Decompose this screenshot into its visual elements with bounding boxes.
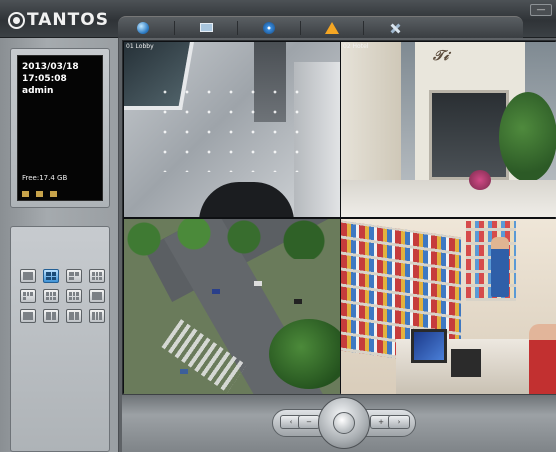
display-button[interactable] bbox=[195, 20, 217, 36]
layout-fullscreen-button[interactable] bbox=[89, 289, 105, 303]
layout-2x2-button[interactable] bbox=[43, 269, 59, 283]
status-date: 2013/03/18 bbox=[22, 62, 79, 72]
main-toolbar bbox=[118, 16, 523, 38]
status-time: 17:05:08 bbox=[22, 74, 67, 84]
scene-door bbox=[429, 90, 509, 180]
scene-register bbox=[451, 349, 481, 377]
tools-icon bbox=[389, 22, 401, 34]
ptz-control-bar: ‹ − + › bbox=[122, 394, 556, 452]
monitor-icon bbox=[199, 23, 213, 32]
disc-icon bbox=[263, 21, 275, 34]
layout-3x3-button[interactable] bbox=[89, 269, 105, 283]
zoom-in-button[interactable]: › bbox=[388, 415, 410, 429]
settings-button[interactable] bbox=[384, 20, 406, 36]
scene-flowers bbox=[469, 170, 491, 190]
ptz-joystick[interactable] bbox=[318, 397, 370, 449]
focus-near-button[interactable]: − bbox=[298, 415, 320, 429]
scene-car bbox=[212, 289, 220, 294]
minimize-button[interactable]: — bbox=[530, 4, 552, 16]
scene-tree bbox=[499, 92, 556, 182]
brand-name: TANTOS bbox=[27, 10, 109, 30]
free-space: Free:17.4 GB bbox=[22, 174, 68, 182]
ptz-center-button[interactable] bbox=[333, 412, 355, 434]
layout-custom-button[interactable] bbox=[89, 309, 105, 323]
layout-grid bbox=[20, 269, 105, 323]
scene-store-sign: 𝒯𝒾 bbox=[433, 48, 449, 64]
layout-2plus8-button[interactable] bbox=[66, 289, 82, 303]
status-icons bbox=[22, 191, 57, 197]
network-icon bbox=[50, 191, 57, 197]
scene-pos-monitor bbox=[411, 329, 447, 363]
layout-selector bbox=[10, 226, 110, 452]
network-button[interactable] bbox=[132, 20, 154, 36]
status-screen: 2013/03/18 17:05:08 admin Free:17.4 GB bbox=[17, 55, 103, 201]
camera-label: 01 Lobby bbox=[126, 43, 154, 50]
warning-icon bbox=[325, 21, 339, 34]
scene-car bbox=[294, 299, 302, 304]
camera-view-1[interactable]: 01 Lobby bbox=[124, 42, 340, 217]
camera-view-2[interactable]: 𝒯𝒾 02 Hotel bbox=[341, 42, 556, 217]
layout-1plus7-button[interactable] bbox=[43, 289, 59, 303]
scene-car bbox=[180, 369, 188, 374]
layout-sequence-button[interactable] bbox=[20, 309, 36, 323]
record-icon bbox=[36, 191, 43, 197]
layout-pip-button[interactable] bbox=[43, 309, 59, 323]
scene-tree bbox=[269, 319, 340, 389]
scene-doorway bbox=[199, 182, 294, 217]
layout-dual-button[interactable] bbox=[66, 309, 82, 323]
app-logo: TANTOS bbox=[8, 9, 109, 31]
hdd-icon bbox=[22, 191, 29, 197]
status-box: 2013/03/18 17:05:08 admin Free:17.4 GB bbox=[10, 48, 110, 208]
camera-view-4[interactable] bbox=[341, 219, 556, 394]
video-grid: 01 Lobby 𝒯𝒾 02 Hotel bbox=[122, 40, 556, 394]
scene-ceiling-lights bbox=[154, 82, 304, 172]
toolbar-divider bbox=[237, 20, 238, 35]
playback-button[interactable] bbox=[258, 20, 280, 36]
alarm-button[interactable] bbox=[321, 20, 343, 36]
left-panel: 2013/03/18 17:05:08 admin Free:17.4 GB bbox=[0, 38, 119, 452]
scene-person bbox=[491, 237, 509, 297]
camera-view-3[interactable] bbox=[124, 219, 340, 394]
scene-sidewalk bbox=[341, 180, 556, 217]
camera-label: 02 Hotel bbox=[343, 43, 369, 50]
layout-1plus5-button[interactable] bbox=[20, 289, 36, 303]
toolbar-divider bbox=[363, 20, 364, 35]
toolbar-divider bbox=[300, 20, 301, 35]
toolbar-divider bbox=[174, 20, 175, 35]
status-user: admin bbox=[22, 86, 54, 96]
layout-1plus3-button[interactable] bbox=[66, 269, 82, 283]
scene-trees bbox=[124, 219, 340, 259]
scene-cashier bbox=[529, 324, 556, 394]
title-bar: TANTOS — bbox=[0, 0, 556, 38]
logo-icon bbox=[8, 11, 25, 29]
scene-car bbox=[254, 281, 262, 286]
layout-1x1-button[interactable] bbox=[20, 269, 36, 283]
globe-icon bbox=[137, 21, 149, 34]
